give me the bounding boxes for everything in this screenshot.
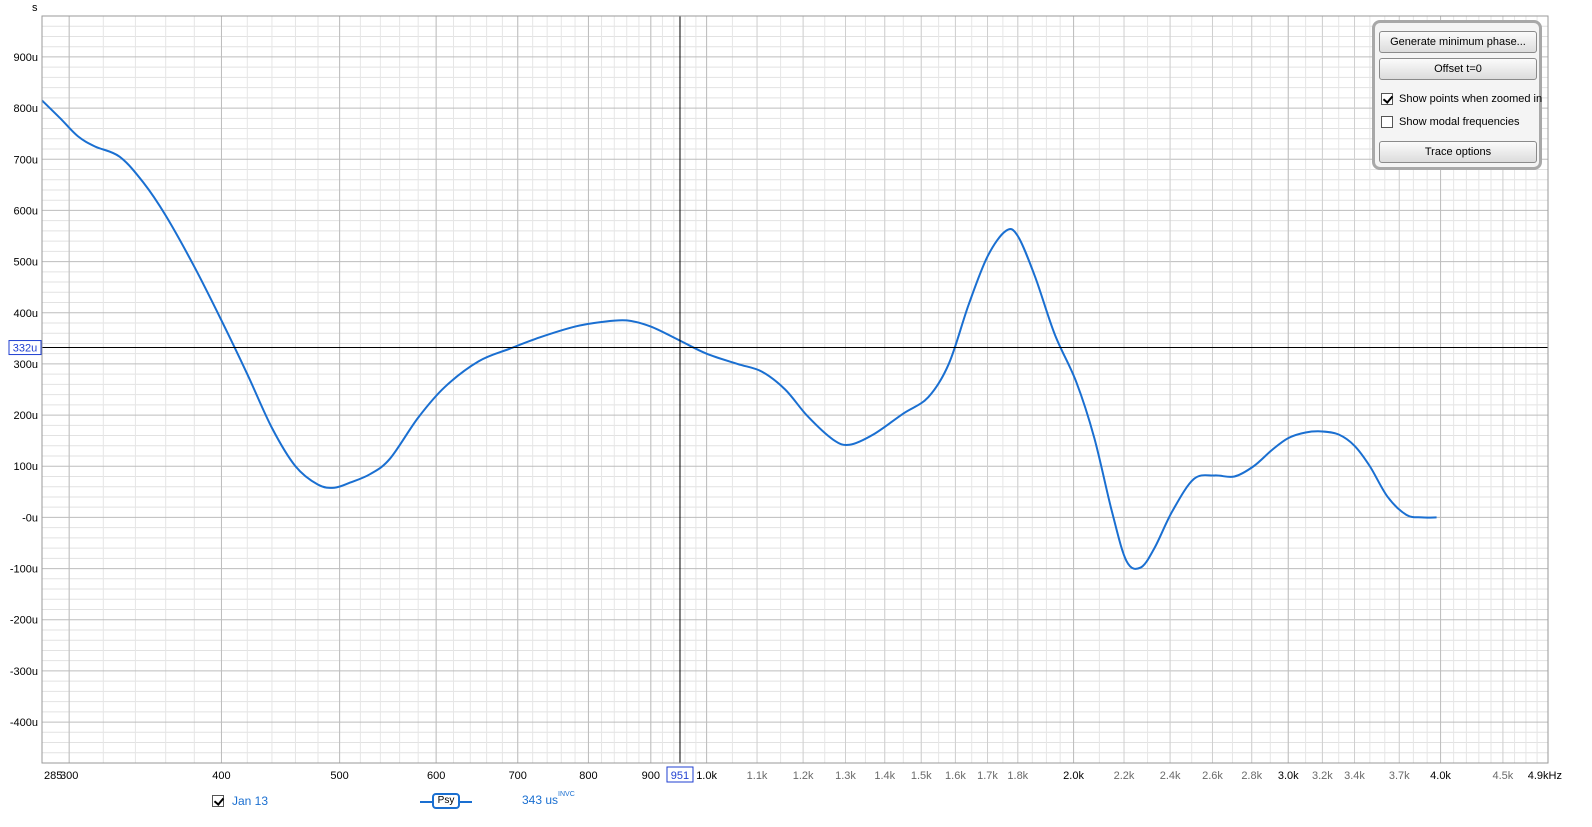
- x-axis-labels: 285300 400 500 600 700 800 900 1.0k 1.1k 1.2k 1.3k…: [44, 770, 1562, 782]
- show-modal-checkbox[interactable]: [1381, 116, 1393, 128]
- show-modal-label: Show modal frequencies: [1399, 116, 1520, 128]
- x-tick-label: 4.5k: [1493, 770, 1514, 782]
- x-tick-label: 3.0k: [1278, 770, 1299, 782]
- x-tick-label: 900: [642, 770, 660, 782]
- cursor-x-readout: 951: [671, 770, 689, 782]
- x-tick-label: 4.9kHz: [1528, 770, 1562, 782]
- legend-checkbox[interactable]: [212, 795, 224, 807]
- y-tick-label: 500u: [14, 257, 38, 269]
- group-delay-chart[interactable]: 900u 800u 700u 600u 500u 400u 300u 200u 100u -0u -…: [0, 0, 1592, 827]
- x-tick-label: 1.7k: [977, 770, 998, 782]
- legend-series-name: Jan 13: [232, 794, 269, 808]
- y-tick-label: 100u: [14, 461, 38, 473]
- legend-value-superscript: INVC: [558, 791, 575, 798]
- trace-options-button[interactable]: Trace options: [1379, 141, 1537, 163]
- smoothing-button[interactable]: Psy: [432, 793, 460, 809]
- show-points-checkbox[interactable]: [1381, 93, 1393, 105]
- graph-controls-panel: Generate minimum phase... Offset t=0 Sho…: [1372, 20, 1542, 170]
- x-tick-label: 700: [509, 770, 527, 782]
- x-tick-label: 2.2k: [1114, 770, 1135, 782]
- x-tick-label: 500: [330, 770, 348, 782]
- x-tick-label: 2.4k: [1160, 770, 1181, 782]
- offset-t0-button[interactable]: Offset t=0: [1379, 58, 1537, 80]
- x-tick-label: 600: [427, 770, 445, 782]
- x-tick-label: 300: [60, 770, 78, 782]
- y-tick-label: -400u: [10, 717, 38, 729]
- x-tick-label: 1.6k: [945, 770, 966, 782]
- legend-item[interactable]: Jan 13: [212, 792, 268, 810]
- y-axis-labels: 900u 800u 700u 600u 500u 400u 300u 200u 100u -0u -…: [10, 52, 38, 729]
- x-tick-label: 4.0k: [1430, 770, 1451, 782]
- show-modal-row[interactable]: Show modal frequencies: [1381, 114, 1519, 130]
- y-tick-label: -300u: [10, 666, 38, 678]
- legend-cursor-value: 343 usINVC: [522, 791, 575, 807]
- y-tick-label: -0u: [22, 512, 38, 524]
- x-tick-label: 2.8k: [1241, 770, 1262, 782]
- generate-minimum-phase-button[interactable]: Generate minimum phase...: [1379, 31, 1537, 53]
- x-tick-label: 1.5k: [911, 770, 932, 782]
- y-tick-label: 400u: [14, 308, 38, 320]
- x-tick-label: 3.4k: [1344, 770, 1365, 782]
- y-axis-unit: s: [32, 2, 38, 14]
- y-tick-label: -100u: [10, 564, 38, 576]
- x-tick-label: 2.0k: [1063, 770, 1084, 782]
- x-tick-label: 2.6k: [1202, 770, 1223, 782]
- x-tick-label: 1.0k: [696, 770, 717, 782]
- x-tick-label: 1.4k: [874, 770, 895, 782]
- legend-value-text: 343 us: [522, 793, 559, 807]
- y-tick-label: 300u: [14, 359, 38, 371]
- y-tick-label: -200u: [10, 615, 38, 627]
- x-tick-label: 1.2k: [793, 770, 814, 782]
- y-tick-label: 600u: [14, 205, 38, 217]
- x-tick-label: 400: [212, 770, 230, 782]
- y-tick-label: 200u: [14, 410, 38, 422]
- cursor-y-readout: 332u: [13, 343, 37, 355]
- x-tick-label: 1.1k: [747, 770, 768, 782]
- x-tick-label: 1.8k: [1007, 770, 1028, 782]
- x-tick-label: 800: [579, 770, 597, 782]
- y-tick-label: 900u: [14, 52, 38, 64]
- show-points-row[interactable]: Show points when zoomed in: [1381, 91, 1542, 107]
- x-tick-label: 3.7k: [1389, 770, 1410, 782]
- x-tick-label: 1.3k: [835, 770, 856, 782]
- x-tick-label: 3.2k: [1312, 770, 1333, 782]
- show-points-label: Show points when zoomed in: [1399, 93, 1543, 105]
- y-tick-label: 800u: [14, 103, 38, 115]
- y-tick-label: 700u: [14, 154, 38, 166]
